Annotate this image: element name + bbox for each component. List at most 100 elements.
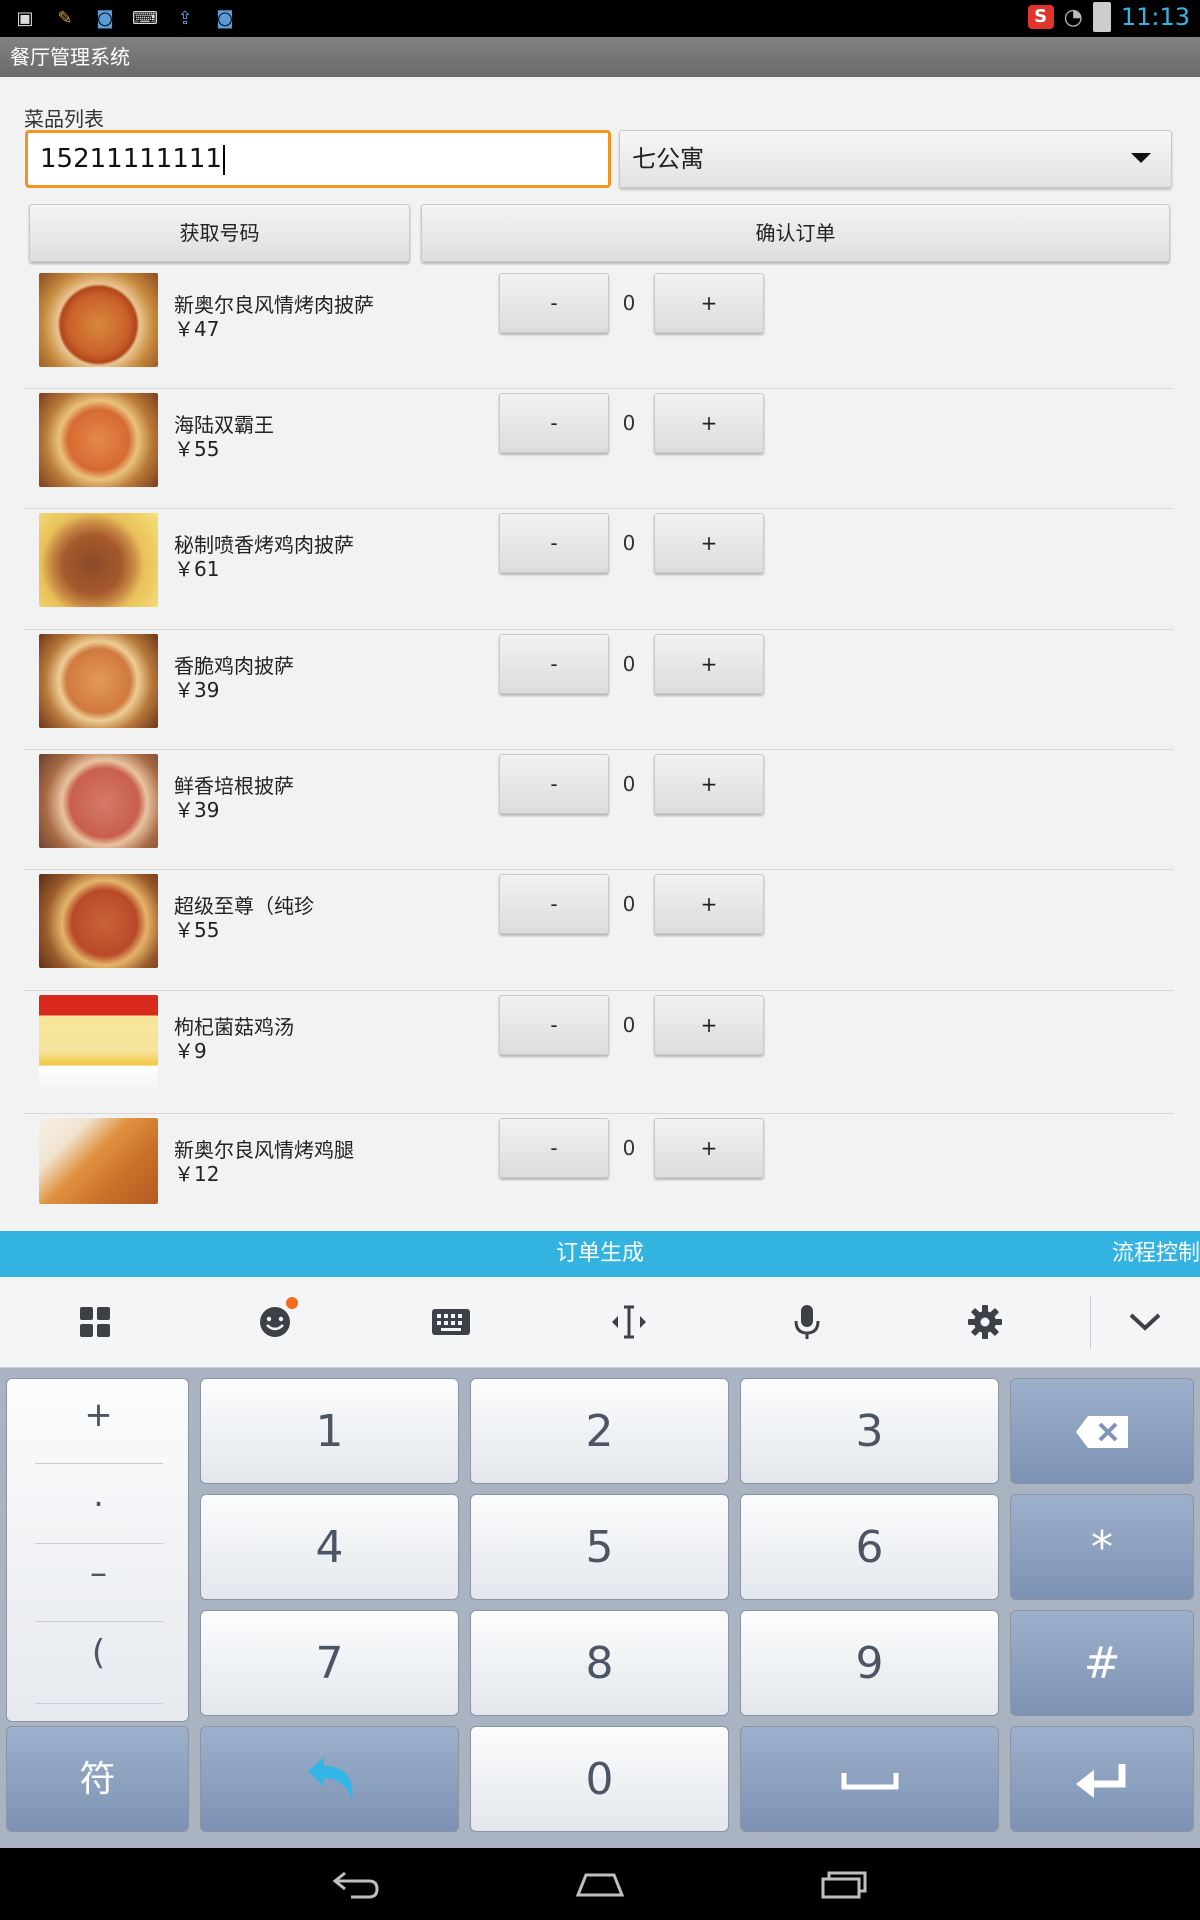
dish-image — [39, 754, 158, 848]
notification-dot-icon — [286, 1297, 298, 1309]
decrease-button[interactable]: - — [499, 393, 609, 453]
key-2[interactable]: 2 — [470, 1378, 729, 1484]
keyboard-toolbar — [0, 1277, 1200, 1368]
decrease-button[interactable]: - — [499, 1118, 609, 1178]
tab-order-generate[interactable]: 订单生成 — [0, 1231, 1200, 1277]
bottom-tab-bar: 订单生成 流程控制 — [0, 1231, 1200, 1277]
increase-button[interactable]: + — [654, 273, 764, 333]
key-dot[interactable]: . — [7, 1475, 190, 1515]
symbol-divider — [35, 1543, 163, 1544]
enter-key[interactable] — [1010, 1726, 1194, 1832]
symbol-divider — [35, 1463, 163, 1464]
backspace-key[interactable] — [1010, 1378, 1194, 1484]
quantity-value: 0 — [622, 1136, 636, 1160]
undo-key[interactable] — [200, 1726, 459, 1832]
home-icon[interactable] — [550, 1848, 650, 1920]
location-select-value: 七公寓 — [632, 145, 704, 173]
upload-icon: ⇪ — [177, 7, 193, 29]
section-label: 菜品列表 — [24, 107, 104, 131]
quantity-value: 0 — [622, 411, 636, 435]
dish-image — [39, 513, 158, 607]
quantity-value: 0 — [622, 291, 636, 315]
key-9[interactable]: 9 — [740, 1610, 999, 1716]
key-7[interactable]: 7 — [200, 1610, 459, 1716]
decrease-button[interactable]: - — [499, 754, 609, 814]
increase-button[interactable]: + — [654, 634, 764, 694]
increase-button[interactable]: + — [654, 874, 764, 934]
phone-input[interactable]: 15211111111 — [25, 130, 611, 188]
emoji-icon[interactable] — [230, 1277, 320, 1367]
keyboard-switch-icon[interactable] — [406, 1277, 496, 1367]
key-4[interactable]: 4 — [200, 1494, 459, 1600]
wifi-icon: ◔ — [1063, 4, 1083, 30]
dish-price: ￥47 — [174, 317, 220, 341]
dish-price: ￥61 — [174, 557, 220, 581]
dish-row: 新奥尔良风情烤鸡腿 ￥12 - 0 + — [24, 1114, 1174, 1204]
main-content: 菜品列表 15211111111 七公寓 获取号码 确认订单 新奥尔良风情烤肉披… — [0, 77, 1200, 1231]
keyboard-icon: ⌨ — [132, 7, 158, 29]
key-0[interactable]: 0 — [470, 1726, 729, 1832]
battery-icon — [1092, 2, 1111, 32]
dish-price: ￥9 — [174, 1039, 207, 1063]
system-navigation-bar — [0, 1848, 1200, 1920]
confirm-order-button[interactable]: 确认订单 — [421, 204, 1170, 262]
key-plus[interactable]: + — [7, 1395, 190, 1435]
back-icon[interactable] — [306, 1848, 406, 1920]
key-hash[interactable]: # — [1010, 1610, 1194, 1716]
quantity-value: 0 — [622, 531, 636, 555]
dish-row: 超级至尊（纯珍 ￥55 - 0 + — [24, 870, 1174, 991]
app-icon: ◙ — [216, 7, 234, 29]
decrease-button[interactable]: - — [499, 874, 609, 934]
decrease-button[interactable]: - — [499, 273, 609, 333]
symbol-column: + . – ( — [6, 1378, 189, 1722]
quantity-value: 0 — [622, 772, 636, 796]
location-select[interactable]: 七公寓 — [619, 130, 1172, 188]
symbol-divider — [35, 1621, 163, 1622]
key-1[interactable]: 1 — [200, 1378, 459, 1484]
space-key[interactable] — [740, 1726, 999, 1832]
key-dash[interactable]: – — [7, 1553, 190, 1593]
dropdown-arrow-icon — [1131, 153, 1151, 163]
dish-price: ￥39 — [174, 678, 220, 702]
app-icon: ◙ — [96, 7, 114, 29]
recent-apps-icon[interactable] — [794, 1848, 894, 1920]
dish-row: 新奥尔良风情烤肉披萨 ￥47 - 0 + — [24, 269, 1174, 389]
dish-price: ￥39 — [174, 798, 220, 822]
get-number-button[interactable]: 获取号码 — [29, 204, 410, 262]
key-6[interactable]: 6 — [740, 1494, 999, 1600]
image-icon: ▣ — [16, 7, 34, 29]
key-symbols[interactable]: 符 — [6, 1726, 189, 1832]
key-8[interactable]: 8 — [470, 1610, 729, 1716]
broom-icon: ✎ — [57, 7, 73, 29]
toolbar-divider — [1090, 1295, 1091, 1349]
app-title: 餐厅管理系统 — [0, 37, 1200, 77]
dish-image — [39, 874, 158, 968]
key-5[interactable]: 5 — [470, 1494, 729, 1600]
tab-flow-control[interactable]: 流程控制 — [1112, 1231, 1200, 1277]
dish-image — [39, 273, 158, 367]
dish-image — [39, 995, 158, 1089]
increase-button[interactable]: + — [654, 1118, 764, 1178]
numeric-keyboard: + . – ( 1 2 3 4 5 6 * 7 8 9 # 符 0 — [0, 1368, 1200, 1848]
grid-menu-icon[interactable] — [50, 1277, 140, 1367]
increase-button[interactable]: + — [654, 513, 764, 573]
dish-image — [39, 634, 158, 728]
clock: 11:13 — [1120, 3, 1190, 31]
decrease-button[interactable]: - — [499, 995, 609, 1055]
quantity-value: 0 — [622, 652, 636, 676]
key-star[interactable]: * — [1010, 1494, 1194, 1600]
decrease-button[interactable]: - — [499, 634, 609, 694]
key-paren[interactable]: ( — [7, 1633, 190, 1673]
increase-button[interactable]: + — [654, 393, 764, 453]
key-3[interactable]: 3 — [740, 1378, 999, 1484]
decrease-button[interactable]: - — [499, 513, 609, 573]
increase-button[interactable]: + — [654, 754, 764, 814]
hide-keyboard-chevron-icon[interactable] — [1100, 1277, 1190, 1367]
status-bar: ▣ ✎ ◙ ⌨ ⇪ ◙ S ◔ 11:13 — [0, 0, 1200, 37]
microphone-icon[interactable] — [762, 1277, 852, 1367]
symbol-divider — [35, 1703, 163, 1704]
dish-price: ￥55 — [174, 437, 220, 461]
increase-button[interactable]: + — [654, 995, 764, 1055]
cursor-move-icon[interactable] — [584, 1277, 674, 1367]
settings-gear-icon[interactable] — [940, 1277, 1030, 1367]
